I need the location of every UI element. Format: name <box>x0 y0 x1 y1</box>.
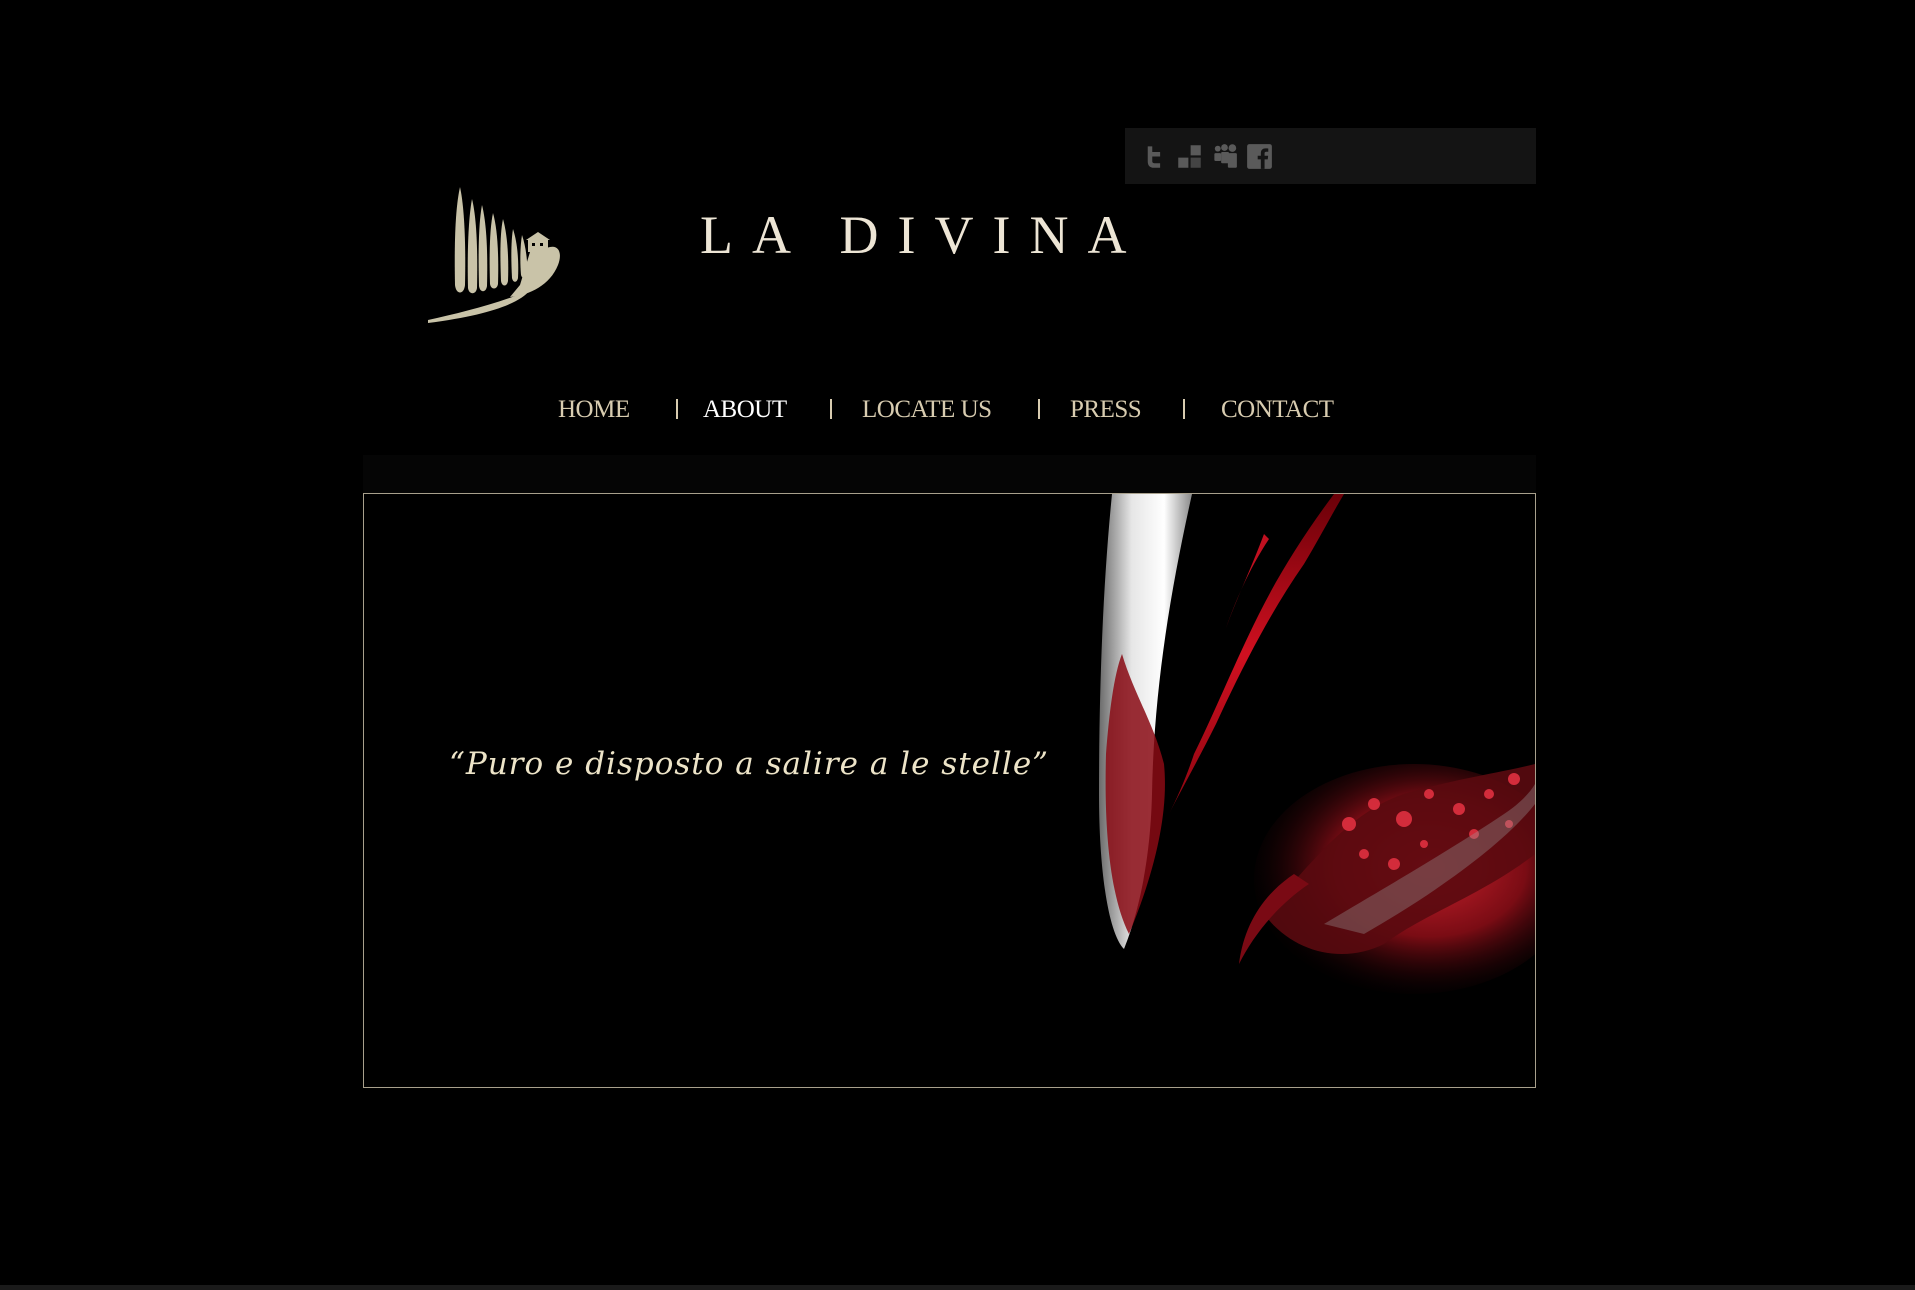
hero-banner: “Puro e disposto a salire a le stelle” <box>363 493 1536 1088</box>
nav-item-about[interactable]: ABOUT <box>703 390 787 430</box>
nav-item-locate-us[interactable]: LOCATE US <box>862 390 992 430</box>
twitter-icon <box>1147 145 1161 168</box>
myspace-link[interactable] <box>1211 143 1238 170</box>
main-navigation: HOME ABOUT LOCATE US PRESS CONTACT <box>0 390 1915 430</box>
site-title: LA DIVINA <box>700 205 1146 265</box>
cypress-trees-logo-icon[interactable] <box>420 185 565 330</box>
delicious-icon <box>1178 144 1201 168</box>
nav-item-contact[interactable]: CONTACT <box>1221 390 1334 430</box>
facebook-icon <box>1247 143 1272 169</box>
hero-tagline: “Puro e disposto a salire a le stelle” <box>449 746 1050 782</box>
facebook-link[interactable] <box>1246 143 1273 170</box>
nav-item-home[interactable]: HOME <box>558 390 630 430</box>
nav-separator <box>1038 399 1040 419</box>
hero-top-strip <box>363 455 1536 493</box>
delicious-link[interactable] <box>1176 143 1203 170</box>
page-bottom-edge <box>0 1285 1915 1290</box>
nav-separator <box>830 399 832 419</box>
nav-separator <box>676 399 678 419</box>
twitter-link[interactable] <box>1141 143 1168 170</box>
nav-separator <box>1183 399 1185 419</box>
myspace-icon <box>1214 143 1237 168</box>
social-links-bar <box>1125 128 1536 184</box>
nav-item-press[interactable]: PRESS <box>1070 390 1142 430</box>
